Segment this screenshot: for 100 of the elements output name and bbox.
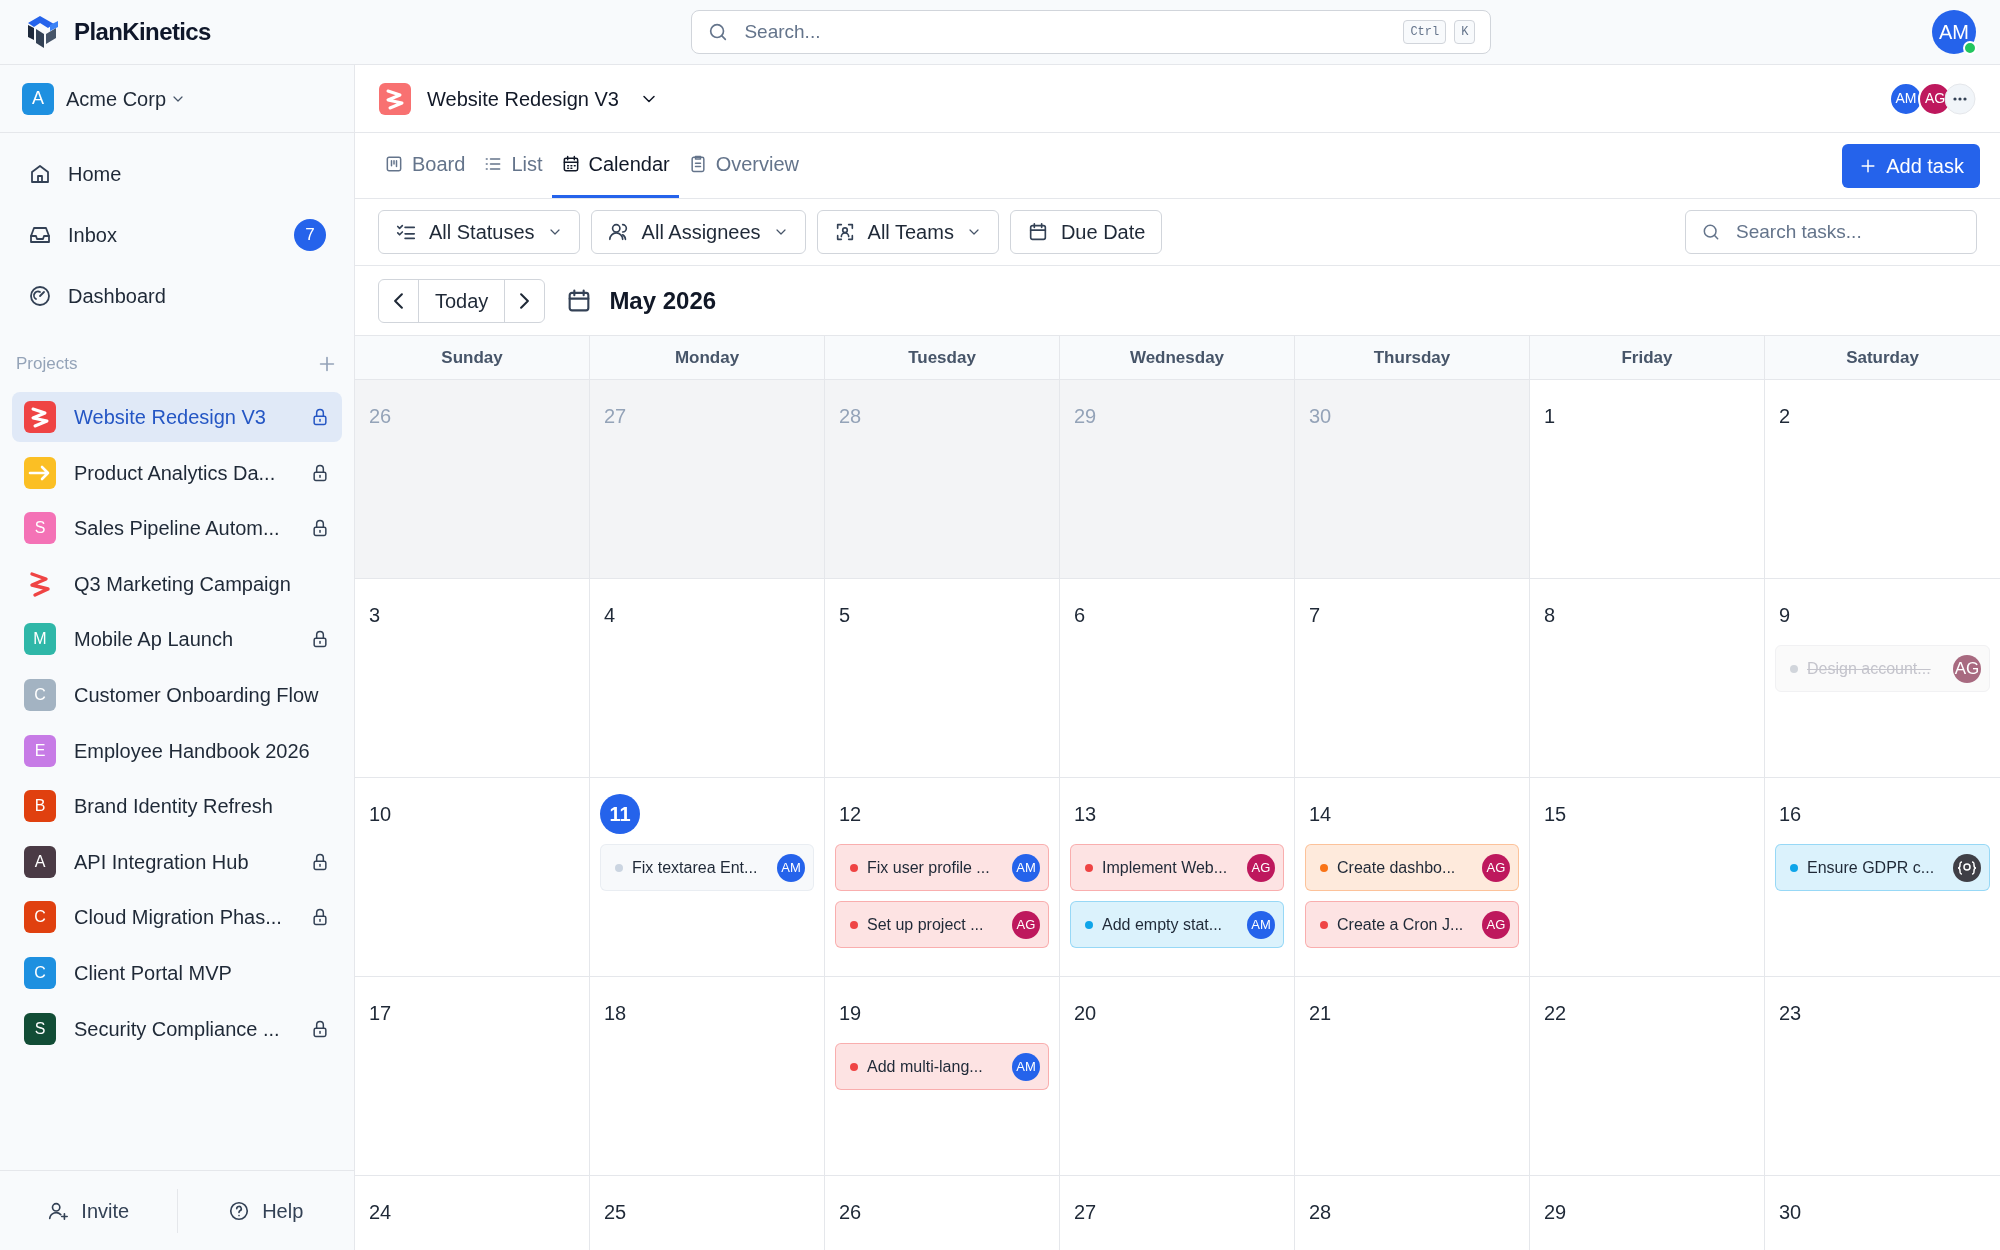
date-number: 28 xyxy=(838,404,863,429)
user-avatar[interactable]: AM xyxy=(1932,10,1976,54)
day-cell[interactable]: 22 xyxy=(1530,977,1765,1176)
task-chip[interactable]: Fix textarea Ent... AM xyxy=(600,844,814,891)
filter-dropdown[interactable]: All Assignees xyxy=(590,210,806,254)
weekday-header: Saturday xyxy=(1845,346,1920,369)
view-tab[interactable]: Board xyxy=(375,133,475,198)
board-icon xyxy=(384,154,404,174)
chevron-left-icon xyxy=(394,292,403,309)
task-chip[interactable]: Fix user profile ... AM xyxy=(835,844,1049,891)
assignee-avatar: AM xyxy=(1012,1052,1040,1081)
project-switcher[interactable]: Website Redesign V3 xyxy=(427,83,659,114)
date-number: 18 xyxy=(603,1001,628,1026)
project-letter-icon: S xyxy=(24,1012,56,1045)
task-title: Fix textarea Ent... xyxy=(632,857,759,878)
date-number: 14 xyxy=(1308,802,1333,827)
count-badge: 7 xyxy=(294,218,326,251)
day-cell[interactable]: 11 Fix textarea Ent... AM xyxy=(590,778,825,977)
view-tab[interactable]: List xyxy=(474,133,552,198)
project-item[interactable]: C Client Portal MVP xyxy=(12,947,342,998)
date-number: 19 xyxy=(838,1001,863,1026)
day-cell[interactable]: 4 xyxy=(590,579,825,778)
workspace-switcher[interactable]: Acme Corp xyxy=(66,83,187,114)
project-item[interactable]: B Brand Identity Refresh xyxy=(12,781,342,832)
help-button[interactable]: Help xyxy=(177,1171,354,1250)
day-cell[interactable]: 6 xyxy=(1060,579,1295,778)
filter-button[interactable]: Due Date xyxy=(1009,210,1163,254)
member-avatar: AM xyxy=(1889,81,1923,116)
task-chip[interactable]: Add multi-lang... AM xyxy=(835,1043,1049,1090)
day-cell[interactable]: 14 Create dashbo... AG Create a Cron J... AG xyxy=(1295,778,1530,977)
project-item[interactable]: S Sales Pipeline Autom... xyxy=(12,503,342,554)
date-number: 6 xyxy=(1073,603,1087,628)
day-cell[interactable]: 10 xyxy=(355,778,590,977)
day-cell[interactable]: 8 xyxy=(1530,579,1765,778)
workspace-icon: A xyxy=(22,82,54,115)
assignee-avatar: AM xyxy=(1012,853,1040,882)
more-icon[interactable] xyxy=(1944,82,1976,115)
day-cell[interactable]: 21 xyxy=(1295,977,1530,1176)
project-item[interactable]: C Customer Onboarding Flow xyxy=(12,669,342,720)
assignee-avatar: AM xyxy=(777,853,805,882)
task-search-field[interactable]: Search tasks... xyxy=(1685,210,1977,254)
date-number: 23 xyxy=(1778,1001,1803,1026)
date-number: 21 xyxy=(1308,1001,1333,1026)
project-item[interactable]: M Mobile Ap Launch xyxy=(12,614,342,665)
date-number: 24 xyxy=(368,1200,393,1225)
day-cell[interactable]: 5 xyxy=(825,579,1060,778)
view-tab[interactable]: Calendar xyxy=(551,133,679,198)
weekday-header: Sunday xyxy=(355,336,590,379)
task-title: Fix user profile ... xyxy=(867,857,991,878)
shortcut-key: K xyxy=(1454,20,1476,44)
section-label: Projects xyxy=(16,353,78,376)
task-chip[interactable]: Create dashbo... AG xyxy=(1305,844,1519,891)
date-number: 27 xyxy=(603,404,628,429)
weekday-header: Thursday xyxy=(1295,336,1530,379)
project-item[interactable]: Q3 Marketing Campaign xyxy=(12,558,342,609)
task-chip[interactable]: Add empty stat... AM xyxy=(1070,901,1284,948)
today-date-badge: 11 xyxy=(600,794,640,834)
assignee-avatar: AG xyxy=(1482,910,1510,939)
weekday-header: Monday xyxy=(590,336,825,379)
day-cell[interactable]: 18 xyxy=(590,977,825,1176)
project-item[interactable]: E Employee Handbook 2026 xyxy=(12,725,342,776)
day-cell[interactable]: 15 xyxy=(1530,778,1765,977)
day-cell[interactable]: 13 Implement Web... AG Add empty stat... AM xyxy=(1060,778,1295,977)
weekday-header: Tuesday xyxy=(825,336,1060,379)
task-chip[interactable]: Set up project ... AG xyxy=(835,901,1049,948)
project-letter-icon: A xyxy=(24,845,56,878)
day-cell[interactable]: 17 xyxy=(355,977,590,1176)
day-cell[interactable]: 20 xyxy=(1060,977,1295,1176)
project-item[interactable]: A API Integration Hub xyxy=(12,836,342,887)
nav-item[interactable]: Inbox 7 xyxy=(12,204,342,265)
invite-button[interactable]: Invite xyxy=(0,1171,177,1250)
nav-item[interactable]: Home xyxy=(12,143,342,204)
task-title: Create a Cron J... xyxy=(1337,914,1465,935)
day-cell[interactable]: 12 Fix user profile ... AM Set up project ... AG xyxy=(825,778,1060,977)
day-cell[interactable]: 1 xyxy=(1530,380,1765,579)
project-item[interactable]: S Security Compliance ... xyxy=(12,1003,342,1054)
date-number: 12 xyxy=(838,802,863,827)
add-task-button[interactable]: Add task xyxy=(1842,143,1980,188)
task-chip[interactable]: Implement Web... AG xyxy=(1070,844,1284,891)
project-item[interactable]: Website Redesign V3 xyxy=(12,392,342,442)
view-tab[interactable]: Overview xyxy=(678,133,809,198)
filter-dropdown[interactable]: All Statuses xyxy=(378,210,580,254)
task-title: Add empty stat... xyxy=(1102,914,1224,935)
project-item[interactable]: Product Analytics Da... xyxy=(12,447,342,498)
assignee-avatar: AG xyxy=(1012,910,1040,939)
assignee-icon xyxy=(607,221,630,243)
task-chip[interactable]: Create a Cron J... AG xyxy=(1305,901,1519,948)
nav-item[interactable]: Dashboard xyxy=(12,265,342,326)
date-number: 28 xyxy=(1308,1200,1333,1225)
date-number: 4 xyxy=(603,603,617,628)
date-number: 26 xyxy=(368,404,393,429)
project-letter-icon: C xyxy=(24,901,56,934)
task-chip[interactable]: Ensure GDPR c... xyxy=(1775,844,1990,891)
date-number: 13 xyxy=(1073,802,1098,827)
help-icon xyxy=(228,1199,251,1222)
day-cell[interactable]: 7 xyxy=(1295,579,1530,778)
day-cell[interactable]: 3 xyxy=(355,579,590,778)
filter-dropdown[interactable]: All Teams xyxy=(816,210,999,254)
day-cell[interactable]: 19 Add multi-lang... AM xyxy=(825,977,1060,1176)
project-item[interactable]: C Cloud Migration Phas... xyxy=(12,892,342,943)
